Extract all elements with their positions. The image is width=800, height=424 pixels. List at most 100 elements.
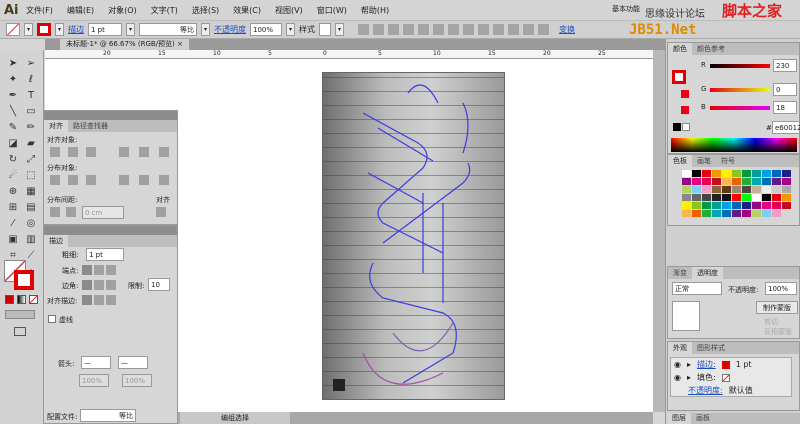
opacity-input[interactable]: 100% xyxy=(250,23,282,36)
tab-layers[interactable]: 图层 xyxy=(667,413,691,424)
scale-tool-icon[interactable]: ⤢ xyxy=(24,154,38,166)
panel-header[interactable] xyxy=(44,111,177,120)
swatch[interactable] xyxy=(712,210,721,217)
swatch[interactable] xyxy=(712,194,721,201)
swatch[interactable] xyxy=(702,178,711,185)
swatch[interactable] xyxy=(722,178,731,185)
r-slider[interactable] xyxy=(710,64,770,68)
bevel-join-icon[interactable] xyxy=(106,280,116,290)
swatch[interactable] xyxy=(732,210,741,217)
swatch[interactable] xyxy=(742,210,751,217)
color-mode-icon[interactable] xyxy=(5,295,14,304)
swatch[interactable] xyxy=(752,194,761,201)
swatch[interactable] xyxy=(752,210,761,217)
distribute-left-icon[interactable] xyxy=(119,175,129,185)
swatch[interactable] xyxy=(752,170,761,177)
blend-tool-icon[interactable]: ◎ xyxy=(24,218,38,230)
vertical-scrollbar[interactable] xyxy=(653,50,665,412)
align-left-icon[interactable] xyxy=(50,147,60,157)
stroke-color-box[interactable] xyxy=(14,270,34,290)
chevron-down-icon[interactable]: ▾ xyxy=(201,23,210,36)
workspace-switcher[interactable]: 基本功能 xyxy=(612,4,640,14)
gradient-mode-icon[interactable] xyxy=(17,295,26,304)
swatch[interactable] xyxy=(742,178,751,185)
lasso-icon[interactable]: ℓ xyxy=(24,74,38,86)
swatch[interactable] xyxy=(762,194,771,201)
rectangle-tool-icon[interactable]: ▭ xyxy=(24,106,38,118)
swatch[interactable] xyxy=(712,202,721,209)
g-input[interactable]: 0 xyxy=(773,83,797,96)
swatch[interactable] xyxy=(752,186,761,193)
fill-swatch[interactable] xyxy=(6,23,20,36)
panel-header[interactable] xyxy=(44,226,177,235)
distribute-hcenter-icon[interactable] xyxy=(139,175,149,185)
distribute-vcenter-icon[interactable] xyxy=(68,175,78,185)
line-tool-icon[interactable]: ╲ xyxy=(6,106,20,118)
color-spectrum[interactable] xyxy=(671,138,797,152)
start-arrow-select[interactable]: — xyxy=(81,356,111,369)
menu-view[interactable]: 视图(V) xyxy=(275,5,303,16)
appearance-row-fill[interactable]: ◉ ▸ 填色: xyxy=(671,371,791,384)
align-middle-icon[interactable] xyxy=(433,24,444,35)
tab-swatches[interactable]: 色板 xyxy=(668,155,692,167)
swatch[interactable] xyxy=(722,202,731,209)
end-scale-input[interactable]: 100% xyxy=(122,374,152,387)
swatch[interactable] xyxy=(692,202,701,209)
recolor-icon[interactable] xyxy=(358,24,369,35)
distribute-right-icon[interactable] xyxy=(159,175,169,185)
swatch[interactable] xyxy=(752,202,761,209)
graph-tool-icon[interactable]: ▥ xyxy=(24,234,38,246)
swatch[interactable] xyxy=(752,178,761,185)
white-swatch[interactable] xyxy=(682,123,690,131)
align-bottom-icon[interactable] xyxy=(448,24,459,35)
swatch[interactable] xyxy=(692,194,701,201)
draw-mode-icon[interactable] xyxy=(5,310,35,319)
distribute-bottom-icon[interactable] xyxy=(86,175,96,185)
chevron-down-icon[interactable]: ▾ xyxy=(55,23,64,36)
end-arrow-select[interactable]: — xyxy=(118,356,148,369)
free-transform-icon[interactable]: ⬚ xyxy=(24,170,38,182)
swatch[interactable] xyxy=(712,186,721,193)
swatch[interactable] xyxy=(772,170,781,177)
menu-effect[interactable]: 效果(C) xyxy=(233,5,261,16)
swatch[interactable] xyxy=(742,170,751,177)
stroke-link[interactable]: 描边 xyxy=(68,24,84,35)
black-swatch[interactable] xyxy=(673,123,681,131)
opacity-link[interactable]: 不透明度 xyxy=(214,24,246,35)
swatch[interactable] xyxy=(762,186,771,193)
menu-help[interactable]: 帮助(H) xyxy=(361,5,389,16)
align-top-icon[interactable] xyxy=(418,24,429,35)
swatch[interactable] xyxy=(722,186,731,193)
web-safe-swatch[interactable] xyxy=(681,106,689,114)
butt-cap-icon[interactable] xyxy=(82,265,92,275)
menu-select[interactable]: 选择(S) xyxy=(192,5,219,16)
swatch[interactable] xyxy=(702,210,711,217)
limit-input[interactable]: 10 xyxy=(148,278,170,291)
tab-artboards[interactable]: 画板 xyxy=(691,413,715,424)
align-hcenter-icon[interactable] xyxy=(68,147,78,157)
swatch[interactable] xyxy=(782,170,791,177)
stroke-color-box[interactable] xyxy=(672,70,686,84)
swatch[interactable] xyxy=(782,186,791,193)
eye-icon[interactable]: ◉ xyxy=(674,360,681,369)
align-center-icon[interactable] xyxy=(388,24,399,35)
menu-window[interactable]: 窗口(W) xyxy=(317,5,347,16)
distribute-middle-icon[interactable] xyxy=(478,24,489,35)
swatch[interactable] xyxy=(732,194,741,201)
spacing-horizontal-icon[interactable] xyxy=(66,207,76,217)
pen-tool-icon[interactable]: ✒ xyxy=(6,90,20,102)
style-swatch[interactable] xyxy=(319,23,331,36)
distribute-left-icon[interactable] xyxy=(508,24,519,35)
spacing-vertical-icon[interactable] xyxy=(50,207,60,217)
align-bottom-icon[interactable] xyxy=(159,147,169,157)
chevron-down-icon[interactable]: ▾ xyxy=(126,23,135,36)
tab-transparency[interactable]: 透明度 xyxy=(692,267,723,279)
swatch[interactable] xyxy=(682,194,691,201)
swatch[interactable] xyxy=(742,202,751,209)
swatch[interactable] xyxy=(722,170,731,177)
make-mask-button[interactable]: 制作蒙版 xyxy=(756,301,798,314)
align-right-icon[interactable] xyxy=(403,24,414,35)
tab-appearance[interactable]: 外观 xyxy=(668,342,692,354)
swatch[interactable] xyxy=(762,178,771,185)
profile-select[interactable]: 等比 xyxy=(139,23,197,36)
